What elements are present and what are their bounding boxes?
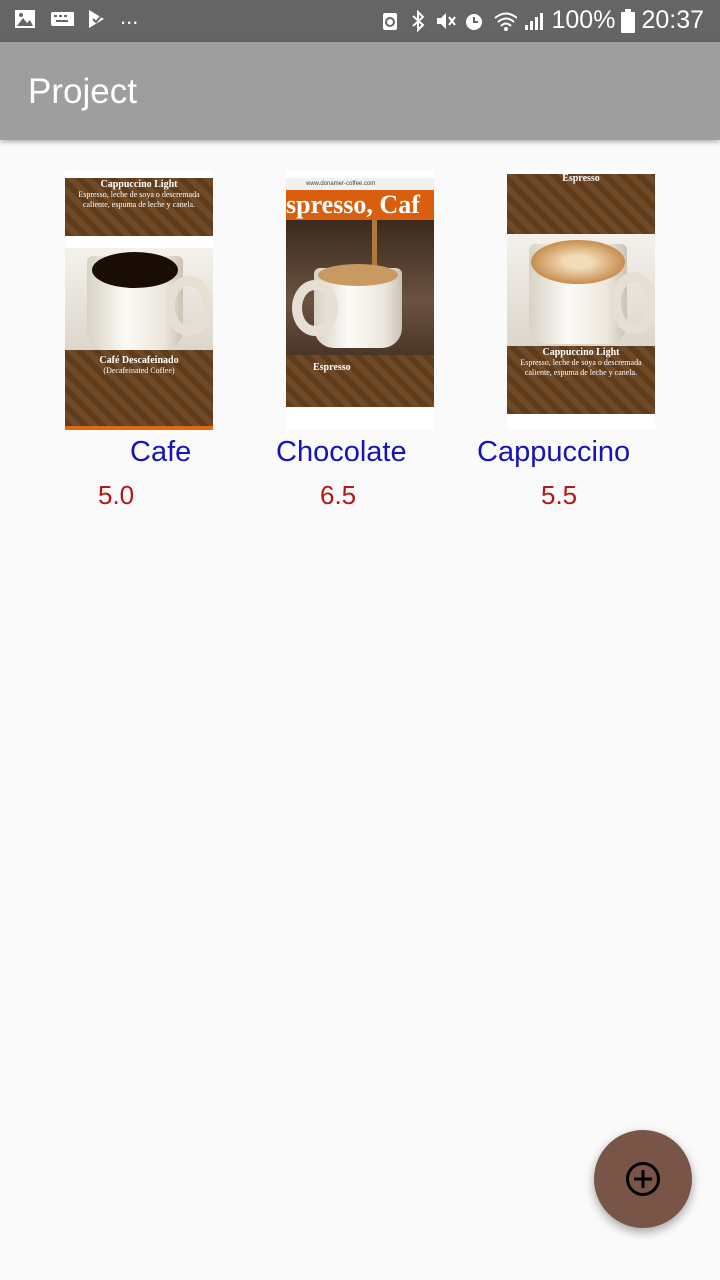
thumb-bottom-desc: (Decafeinated Coffee) — [103, 366, 175, 375]
alarm-icon — [466, 13, 483, 30]
app-bar: Project — [0, 42, 720, 140]
recycle-icon — [383, 12, 398, 30]
thumb-bottom-title: Cappuccino Light — [542, 347, 620, 358]
task-icon — [89, 10, 104, 28]
signal-icon — [525, 12, 544, 30]
battery-percent: 100% — [551, 6, 616, 34]
wifi-icon — [494, 12, 518, 31]
thumb-top-title: Espresso — [562, 173, 600, 184]
thumb-caption: Espresso — [313, 362, 351, 373]
product-thumbnail[interactable]: Cappuccino Light Espresso, leche de soya… — [65, 170, 213, 430]
thumb-url: www.donamer-coffee.com — [286, 178, 434, 190]
mute-icon — [437, 12, 457, 29]
battery-icon — [621, 8, 636, 33]
add-button[interactable] — [594, 1130, 692, 1228]
add-circle-icon — [626, 1162, 660, 1196]
thumb-top-title: Cappuccino Light — [100, 179, 178, 190]
product-thumbnail[interactable]: Espresso Cappuccino Light Espresso, lech… — [507, 170, 655, 430]
product-price: 5.5 — [541, 480, 578, 510]
product-name[interactable]: Cafe — [130, 436, 191, 469]
gallery-icon — [15, 10, 35, 28]
product-name[interactable]: Cappuccino — [477, 436, 630, 469]
thumb-banner: spresso, Caf — [286, 190, 434, 220]
thumb-bottom-desc: Espresso, leche de soya o descremada cal… — [520, 358, 642, 377]
product-name[interactable]: Chocolate — [276, 436, 407, 469]
product-price: 6.5 — [320, 480, 357, 510]
more-notifications-text: ... — [120, 4, 139, 29]
keyboard-icon — [51, 12, 74, 26]
product-price: 5.0 — [98, 480, 135, 510]
product-thumbnail[interactable]: www.donamer-coffee.com spresso, Caf Espr… — [286, 170, 434, 430]
clock: 20:37 — [641, 6, 704, 34]
page-title: Project — [28, 72, 137, 111]
bluetooth-icon — [412, 9, 425, 32]
status-bar: ... 100% 20:37 — [0, 0, 720, 42]
thumb-top-desc: Espresso, leche de soya o descremada cal… — [78, 190, 200, 209]
thumb-bottom-title: Café Descafeinado — [99, 355, 179, 366]
